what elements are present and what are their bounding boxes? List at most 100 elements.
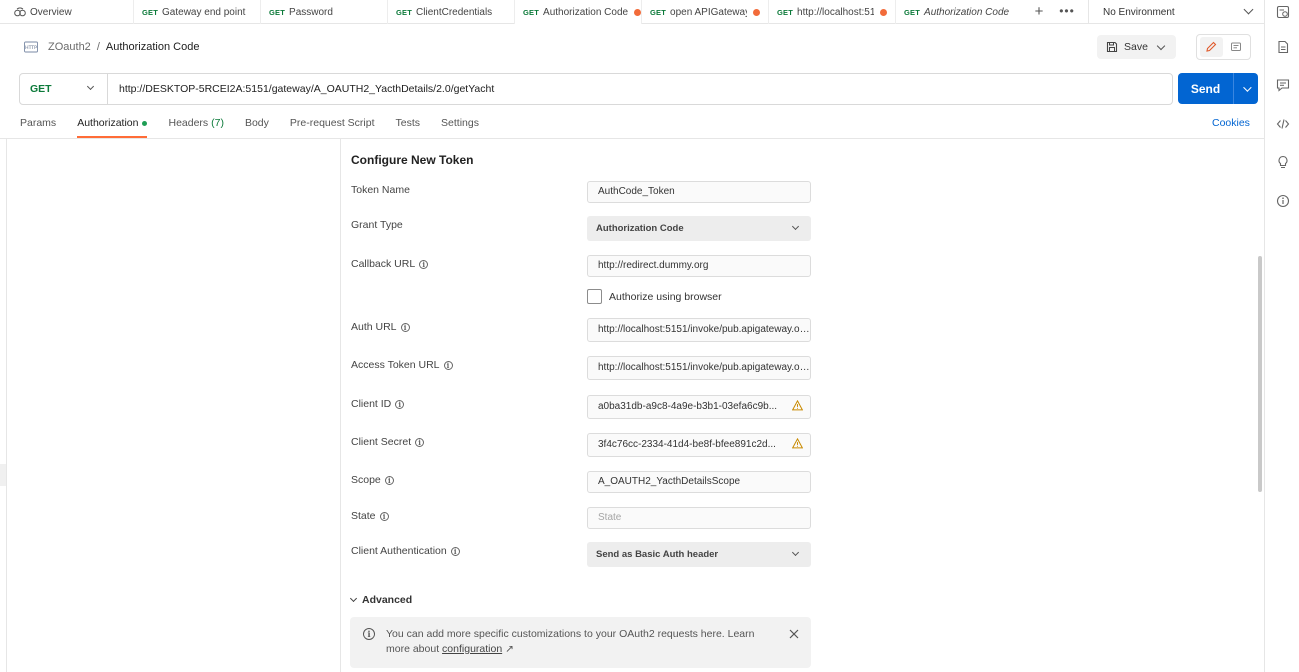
tab-clientcredentials[interactable]: GET ClientCredentials <box>388 0 515 24</box>
notice-text: You can add more specific customizations… <box>386 627 766 657</box>
info-icon[interactable] <box>1276 194 1290 208</box>
info-icon[interactable]: i <box>450 546 460 556</box>
info-icon[interactable]: i <box>443 360 453 370</box>
tab-pre-request-script[interactable]: Pre-request Script <box>290 114 375 138</box>
comment-mode-button[interactable] <box>1224 37 1247 57</box>
send-button[interactable]: Send <box>1178 73 1258 104</box>
active-dot-icon <box>142 120 148 126</box>
view-mode-toggle <box>1196 34 1251 60</box>
breadcrumb-separator: / <box>96 41 100 53</box>
breadcrumb-current[interactable]: Authorization Code <box>106 41 200 53</box>
method-select[interactable]: GET <box>20 74 108 104</box>
unsaved-dot-icon <box>880 8 887 16</box>
close-icon[interactable] <box>788 628 800 640</box>
grant-type-select[interactable]: Authorization Code <box>587 216 811 241</box>
save-label: Save <box>1124 41 1148 53</box>
chevron-down-icon[interactable] <box>1156 41 1166 51</box>
more-tabs-icon[interactable]: ••• <box>1058 0 1076 24</box>
auth-url-label: Auth URL i <box>351 321 410 333</box>
chevron-down-icon <box>791 548 800 557</box>
scope-input[interactable]: A_OAUTH2_YacthDetailsScope <box>587 471 811 493</box>
environment-selector[interactable]: No Environment <box>1088 0 1264 24</box>
breadcrumb: HTTP ZOauth2 / Authorization Code <box>24 38 199 56</box>
tab-tests[interactable]: Tests <box>396 114 421 138</box>
tab-label: open APIGateway S <box>670 6 747 18</box>
info-icon[interactable]: i <box>379 511 389 521</box>
info-icon[interactable]: i <box>400 322 410 332</box>
warning-icon <box>792 400 803 411</box>
label-text: Auth URL <box>351 321 397 333</box>
tab-method: GET <box>396 7 413 17</box>
callback-url-label: Callback URL i <box>351 258 429 270</box>
tab-label: Password <box>289 6 333 18</box>
breadcrumb-parent[interactable]: ZOauth2 <box>48 41 91 53</box>
tab-localhost[interactable]: GET http://localhost:5151 <box>769 0 896 24</box>
authorize-browser-checkbox[interactable] <box>587 289 602 304</box>
tab-password[interactable]: GET Password <box>261 0 388 24</box>
tab-body[interactable]: Body <box>245 114 269 138</box>
panel-resize-handle[interactable] <box>0 464 6 486</box>
authorize-browser-option[interactable]: Authorize using browser <box>587 289 722 304</box>
info-icon[interactable]: i <box>395 399 405 409</box>
configuration-link[interactable]: configuration <box>442 643 502 655</box>
tab-authorization-code-active[interactable]: GET Authorization Code <box>515 0 642 24</box>
tab-authorization[interactable]: Authorization <box>77 114 148 138</box>
url-input[interactable]: http://DESKTOP-5RCEI2A:5151/gateway/A_OA… <box>108 83 494 95</box>
tab-authorization-code-preview[interactable]: GET Authorization Code <box>896 0 1023 24</box>
chevron-down-icon[interactable] <box>1243 82 1252 92</box>
cookies-link[interactable]: Cookies <box>1212 117 1250 129</box>
tab-method: GET <box>142 7 159 17</box>
label-text: Callback URL <box>351 258 416 270</box>
tab-overview[interactable]: Overview <box>0 0 134 24</box>
state-label: State i <box>351 510 389 522</box>
access-token-url-label: Access Token URL i <box>351 359 453 371</box>
save-icon <box>1106 41 1118 53</box>
vertical-scrollbar[interactable] <box>1258 256 1262 492</box>
client-authentication-label: Client Authentication i <box>351 545 460 557</box>
lightbulb-icon[interactable] <box>1276 155 1290 169</box>
info-icon[interactable]: i <box>419 259 429 269</box>
advanced-toggle[interactable]: Advanced <box>349 594 412 606</box>
tab-method: GET <box>523 7 540 17</box>
client-secret-label: Client Secret i <box>351 436 425 448</box>
tab-label: Overview <box>30 6 72 18</box>
client-authentication-select[interactable]: Send as Basic Auth header <box>587 542 811 567</box>
client-id-input[interactable]: a0ba31db-a9c8-4a9e-b3b1-03efa6c9b... <box>587 395 811 419</box>
send-divider <box>1233 73 1234 104</box>
customization-notice: i You can add more specific customizatio… <box>350 617 811 668</box>
token-name-input[interactable]: AuthCode_Token <box>587 181 811 203</box>
environment-label: No Environment <box>1103 6 1175 18</box>
label-text: Token Name <box>351 184 410 196</box>
info-icon[interactable]: i <box>415 437 425 447</box>
save-button[interactable]: Save <box>1097 35 1176 59</box>
label-text: Access Token URL <box>351 359 440 371</box>
state-input[interactable]: State <box>587 507 811 529</box>
callback-url-input[interactable]: http://redirect.dummy.org <box>587 255 811 277</box>
client-secret-value: 3f4c76cc-2334-41d4-be8f-bfee891c2d... <box>598 439 776 450</box>
edit-mode-button[interactable] <box>1199 37 1223 57</box>
tab-params[interactable]: Params <box>20 114 56 138</box>
tab-headers[interactable]: Headers (7) <box>168 114 223 138</box>
new-tab-button[interactable]: + <box>1030 0 1048 24</box>
info-icon[interactable]: i <box>384 475 394 485</box>
auth-url-input[interactable]: http://localhost:5151/invoke/pub.apigate… <box>587 318 811 342</box>
environment-quick-look-icon[interactable] <box>1276 5 1290 19</box>
label-text: Client ID <box>351 398 392 410</box>
access-token-url-input[interactable]: http://localhost:5151/invoke/pub.apigate… <box>587 356 811 380</box>
pencil-icon <box>1206 41 1217 52</box>
code-icon[interactable] <box>1276 117 1290 131</box>
comments-icon[interactable] <box>1276 78 1290 92</box>
select-value: Send as Basic Auth header <box>596 549 719 560</box>
tab-method: GET <box>904 7 921 17</box>
tab-headers-label: Headers <box>168 117 209 129</box>
tab-gateway-end-point[interactable]: GET Gateway end point <box>134 0 261 24</box>
tab-label: Gateway end point <box>162 6 246 18</box>
tab-label: Authorization Code <box>924 6 1010 18</box>
tab-settings[interactable]: Settings <box>441 114 479 138</box>
authorize-browser-label: Authorize using browser <box>609 290 722 303</box>
client-secret-input[interactable]: 3f4c76cc-2334-41d4-be8f-bfee891c2d... <box>587 433 811 457</box>
send-label: Send <box>1190 81 1221 96</box>
unsaved-dot-icon <box>753 8 760 16</box>
documentation-icon[interactable] <box>1276 40 1290 54</box>
tab-open-apigateway[interactable]: GET open APIGateway S <box>642 0 769 24</box>
